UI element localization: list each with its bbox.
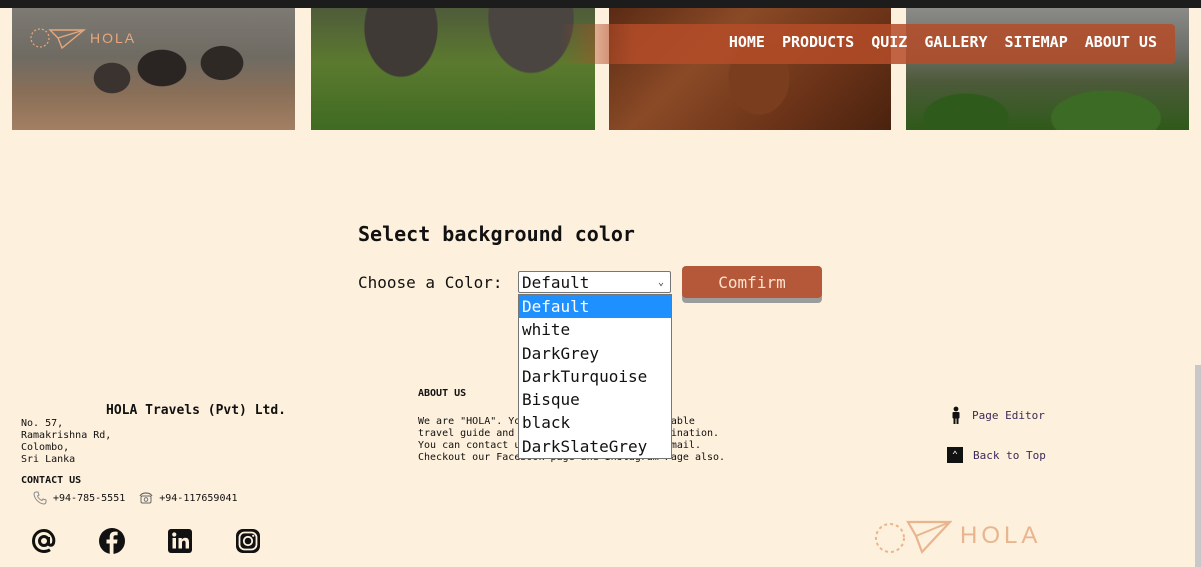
telephone-icon xyxy=(139,492,153,504)
page-editor-label: Page Editor xyxy=(972,408,1045,422)
mobile-phone[interactable]: +94-785-5551 xyxy=(33,491,125,505)
nav-sitemap[interactable]: SITEMAP xyxy=(1005,33,1068,51)
header-logo-text: HOLA xyxy=(90,30,137,46)
land-phone-number: +94-117659041 xyxy=(159,492,238,504)
footer-logo: HOLA xyxy=(872,516,1041,556)
paper-plane-logo-icon xyxy=(30,28,86,50)
mobile-phone-number: +94-785-5551 xyxy=(53,492,126,504)
page-scrollbar[interactable] xyxy=(1195,365,1201,567)
top-dark-strip xyxy=(0,0,1201,8)
phone-icon xyxy=(33,491,47,505)
contact-phones: +94-785-5551 +94-117659041 xyxy=(33,491,238,505)
person-icon xyxy=(952,406,960,424)
social-links xyxy=(30,527,262,555)
color-option-white[interactable]: white xyxy=(519,318,671,341)
address-line: Ramakrishna Rd, xyxy=(21,430,112,441)
about-heading: ABOUT US xyxy=(418,388,467,399)
instagram-icon[interactable] xyxy=(234,527,262,555)
linkedin-icon[interactable] xyxy=(166,527,194,555)
color-option-default[interactable]: Default xyxy=(519,295,671,319)
footer-logo-text: HOLA xyxy=(960,522,1042,549)
color-select-value: Default xyxy=(522,273,590,292)
color-option-darkturquoise[interactable]: DarkTurquoise xyxy=(519,365,671,388)
page-title: Select background color xyxy=(358,222,635,246)
back-to-top-label: Back to Top xyxy=(973,448,1046,462)
color-select-label: Choose a Color: xyxy=(358,273,503,292)
banner-image-elephant-grass xyxy=(311,8,595,130)
nav-quiz[interactable]: QUIZ xyxy=(871,33,907,51)
color-option-bisque[interactable]: Bisque xyxy=(519,388,671,411)
nav-products[interactable]: PRODUCTS xyxy=(782,33,854,51)
land-phone[interactable]: +94-117659041 xyxy=(139,491,238,505)
contact-heading: CONTACT US xyxy=(21,475,82,486)
nav-gallery[interactable]: GALLERY xyxy=(924,33,987,51)
header-logo[interactable]: HOLA xyxy=(28,26,136,50)
nav-about-us[interactable]: ABOUT US xyxy=(1085,33,1157,51)
color-option-darkslategrey[interactable]: DarkSlateGrey xyxy=(519,435,671,458)
page-editor-link[interactable]: Page Editor xyxy=(950,406,1045,424)
back-to-top-link[interactable]: ⌃ Back to Top xyxy=(947,447,1046,463)
paper-plane-logo-icon xyxy=(875,520,952,555)
color-select[interactable]: Default ⌄ xyxy=(518,271,671,293)
company-address: No. 57, Ramakrishna Rd, Colombo, Sri Lan… xyxy=(21,418,111,466)
main-nav: HOME PRODUCTS QUIZ GALLERY SITEMAP ABOUT… xyxy=(729,33,1157,51)
color-dropdown-list: Default white DarkGrey DarkTurquoise Bis… xyxy=(518,294,672,460)
color-option-darkgrey[interactable]: DarkGrey xyxy=(519,342,671,365)
chevron-down-icon: ⌄ xyxy=(657,277,664,288)
email-icon[interactable] xyxy=(30,527,58,555)
company-name: HOLA Travels (Pvt) Ltd. xyxy=(106,403,287,418)
arrow-up-icon: ⌃ xyxy=(947,447,963,463)
address-line: Colombo, xyxy=(21,442,70,453)
nav-home[interactable]: HOME xyxy=(729,33,765,51)
color-option-black[interactable]: black xyxy=(519,411,671,434)
confirm-button[interactable]: Comfirm xyxy=(682,266,822,298)
address-line: No. 57, xyxy=(21,418,64,429)
facebook-icon[interactable] xyxy=(98,527,126,555)
address-line: Sri Lanka xyxy=(21,454,76,465)
